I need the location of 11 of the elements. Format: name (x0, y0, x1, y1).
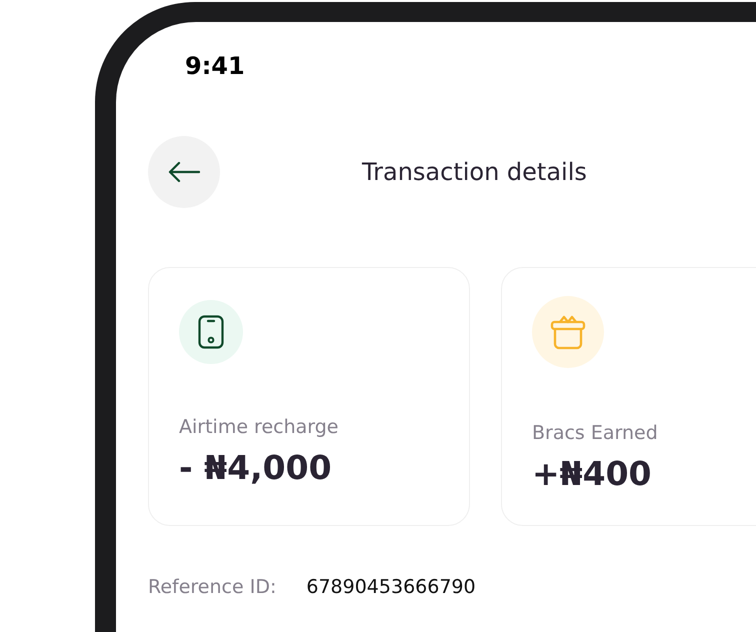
status-time: 9:41 (185, 52, 245, 80)
detail-label: Reference ID: (148, 576, 276, 598)
detail-value: 67890453666790 (306, 576, 476, 598)
phone-icon (198, 315, 224, 349)
card-amount: - ₦4,000 (179, 448, 333, 487)
gift-icon (550, 313, 586, 351)
card-amount: +₦400 (532, 454, 652, 493)
back-arrow-icon (168, 161, 200, 183)
screen-title: Transaction details (362, 158, 587, 186)
card-label: Airtime recharge (179, 416, 340, 438)
card-label: Bracs Earned (532, 422, 659, 444)
